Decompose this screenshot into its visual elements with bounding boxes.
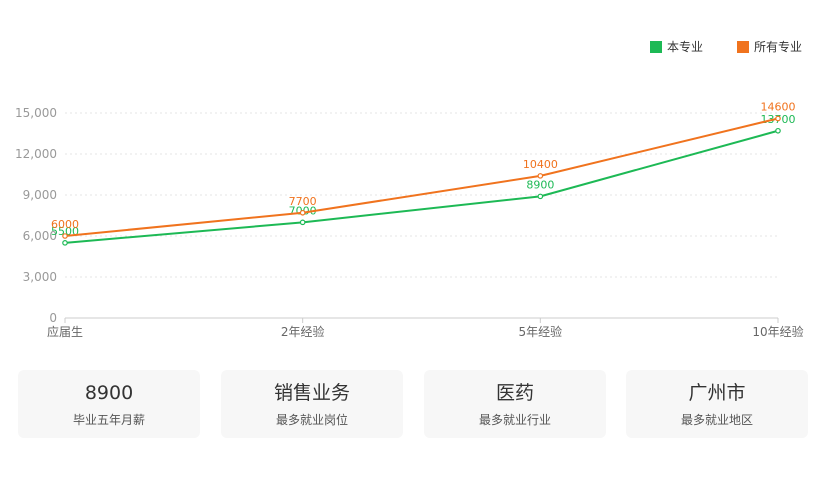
- y-tick-label: 15,000: [15, 106, 57, 120]
- series-line-2: [64, 117, 779, 237]
- card-region-value: 广州市: [688, 382, 746, 404]
- data-point: [62, 233, 68, 239]
- y-tick-label: 9,000: [23, 188, 57, 202]
- data-label: 10400: [523, 158, 558, 171]
- legend-label-1: 本专业: [667, 39, 703, 54]
- data-label: 8900: [526, 178, 554, 191]
- card-position-label: 最多就业岗位: [275, 413, 348, 427]
- card-salary: 8900 毕业五年月薪: [18, 370, 200, 438]
- data-label: 6000: [51, 218, 79, 231]
- y-tick-label: 0: [49, 311, 57, 325]
- card-industry-label: 最多就业行业: [478, 413, 551, 427]
- data-point: [537, 173, 544, 179]
- card-position: 销售业务 最多就业岗位: [221, 370, 403, 438]
- legend-swatch-1: [650, 41, 662, 53]
- y-tick-label: 12,000: [15, 147, 57, 161]
- salary-line-chart: 03,0006,0009,00012,00015,000应届生 2年经验 5年经验 1…: [15, 39, 804, 339]
- data-point: [775, 115, 781, 122]
- x-tick-label: 5年经验: [519, 324, 563, 339]
- data-point: [62, 240, 68, 246]
- data-point: [537, 193, 544, 200]
- data-point: [775, 127, 781, 134]
- card-region: 广州市 最多就业地区: [626, 370, 808, 438]
- summary-cards: 8900 毕业五年月薪 销售业务 最多就业岗位 医药 最多就业行业 广州市 最多…: [18, 370, 808, 438]
- legend-swatch-2: [737, 41, 749, 53]
- card-industry: 医药 最多就业行业: [424, 370, 606, 438]
- x-tick-label: 2年经验: [281, 324, 325, 339]
- data-point: [299, 209, 306, 216]
- card-salary-value: 8900: [84, 382, 134, 404]
- data-label: 14600: [761, 100, 796, 113]
- data-label: 7700: [289, 195, 317, 208]
- data-point: [299, 219, 306, 226]
- x-tick-label: 应届生: [47, 324, 83, 339]
- x-tick-label: 10年经验: [752, 324, 803, 339]
- y-tick-label: 3,000: [23, 270, 57, 284]
- card-region-label: 最多就业地区: [680, 413, 753, 427]
- card-salary-label: 毕业五年月薪: [72, 413, 145, 427]
- card-industry-value: 医药: [495, 382, 534, 404]
- legend-label-2: 所有专业: [754, 39, 802, 54]
- card-position-value: 销售业务: [273, 382, 350, 404]
